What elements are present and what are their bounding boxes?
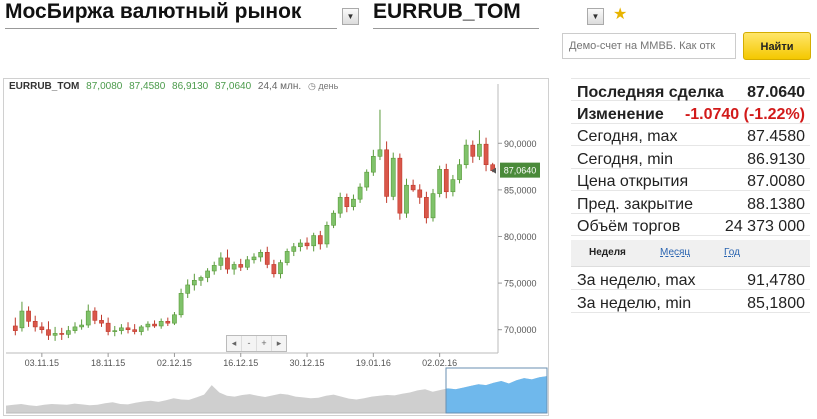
market-dropdown-button[interactable]: ▼ <box>342 8 359 25</box>
chart-close: 87,0640 <box>214 81 252 92</box>
chart-navigation-controls: ◂ ‑ + ▸ <box>226 335 287 352</box>
tab-month[interactable]: Месяц <box>660 247 690 258</box>
search-input[interactable] <box>562 33 736 59</box>
period-stat-label: За неделю, max <box>577 272 696 289</box>
period-stat-row: За неделю, min 85,1800 <box>571 290 810 313</box>
stat-row: Цена открытия 87.0080 <box>571 168 810 191</box>
period-stat-value: 91,4780 <box>747 272 805 289</box>
stat-row: Сегодня, max 87.4580 <box>571 123 810 146</box>
period-label: день <box>318 81 339 91</box>
find-button[interactable]: Найти <box>743 32 811 60</box>
tab-year[interactable]: Год <box>724 247 740 258</box>
stat-row: Последняя сделка 87.0640 <box>571 78 810 101</box>
instrument-underline <box>373 28 539 29</box>
stat-row: Сегодня, min 86.9130 <box>571 146 810 169</box>
zoom-out-button[interactable]: ‑ <box>242 336 257 351</box>
stat-value: -1.0740 (-1.22%) <box>684 105 805 123</box>
stat-label: Пред. закрытие <box>577 195 693 213</box>
instrument-title[interactable]: EURRUB_TOM <box>373 0 521 24</box>
stat-row: Изменение -1.0740 (-1.22%) <box>571 101 810 124</box>
chart-volume: 24,4 млн. <box>257 81 302 92</box>
market-title: МосБиржа валютный рынок <box>5 0 302 23</box>
zoom-in-button[interactable]: + <box>257 336 272 351</box>
period-stat-value: 85,1800 <box>747 295 805 312</box>
chart-open: 87,0080 <box>86 81 123 92</box>
chevron-down-icon: ▼ <box>346 12 355 21</box>
period-selector[interactable]: ◷ день <box>308 81 338 91</box>
stat-value: 88.1380 <box>747 195 805 213</box>
stat-row: Объём торгов 24 373 000 <box>571 213 810 236</box>
period-stat-label: За неделю, min <box>577 295 692 312</box>
stat-label: Объём торгов <box>577 218 681 235</box>
favorite-star-icon[interactable]: ★ <box>613 4 627 24</box>
chevron-down-icon: ▼ <box>591 12 600 21</box>
chart-low: 86,9130 <box>172 81 209 92</box>
chart-high: 87,4580 <box>129 81 166 92</box>
scroll-left-button[interactable]: ◂ <box>227 336 242 351</box>
clock-icon: ◷ <box>307 81 316 91</box>
chart-symbol: EURRUB_TOM <box>9 81 80 92</box>
stat-value: 87.4580 <box>747 128 805 145</box>
stat-label: Цена открытия <box>577 173 689 190</box>
stat-value: 87.0640 <box>747 84 805 101</box>
stat-value: 86.9130 <box>747 150 805 168</box>
period-stat-row: За неделю, max 91,4780 <box>571 267 810 290</box>
stat-label: Сегодня, max <box>577 128 678 145</box>
market-title-underline <box>5 28 337 29</box>
scroll-right-button[interactable]: ▸ <box>272 336 286 351</box>
tab-week[interactable]: Неделя <box>589 247 626 258</box>
stat-row: Пред. закрытие 88.1380 <box>571 191 810 214</box>
stat-label: Последняя сделка <box>577 84 724 101</box>
chart-header: EURRUB_TOM 87,0080 87,4580 86,9130 87,06… <box>9 81 338 92</box>
chart-panel <box>3 78 549 416</box>
stat-label: Сегодня, min <box>577 150 673 168</box>
instrument-dropdown-button[interactable]: ▼ <box>587 8 604 25</box>
stat-label: Изменение <box>577 105 664 123</box>
stat-value: 24 373 000 <box>724 218 805 235</box>
period-tabs: Неделя Месяц Год <box>571 240 810 267</box>
stat-value: 87.0080 <box>747 173 805 190</box>
